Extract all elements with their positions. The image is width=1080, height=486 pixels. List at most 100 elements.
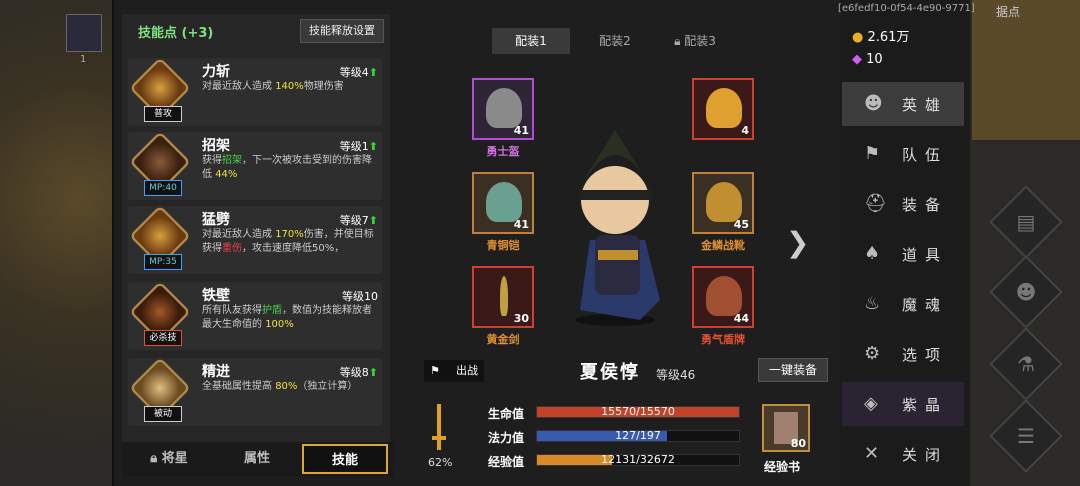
tab-attributes[interactable]: 属性: [214, 444, 300, 474]
boots-icon: [706, 182, 742, 222]
skill-card[interactable]: 必杀技 铁壁 等级10 所有队友获得护盾，数值为技能释放者最大生命值的 100%: [128, 281, 382, 350]
crystal-icon: ◈: [864, 393, 886, 414]
skill-name: 猛劈: [202, 212, 230, 228]
skill-level[interactable]: 等级1⬆: [340, 138, 378, 154]
slot-accessory[interactable]: 4: [692, 78, 754, 140]
shield-icon: [706, 276, 742, 316]
lock-icon: 🔒︎: [674, 34, 681, 48]
slot-shield[interactable]: 44: [692, 266, 754, 328]
upgrade-arrow-icon: ⬆: [368, 140, 378, 153]
upgrade-arrow-icon: ⬆: [368, 366, 378, 379]
skill-desc: 所有队友获得护盾，数值为技能释放者最大生命值的 100%: [202, 305, 372, 330]
hero-figure: [575, 130, 660, 326]
users-icon: ☻: [1015, 280, 1037, 304]
skill-tag: 被动: [144, 406, 182, 422]
skill-level[interactable]: 等级8⬆: [340, 364, 378, 380]
skill-desc: 获得招架，下一次被攻击受到的伤害降低 44%: [202, 155, 372, 180]
loadout-tab-1[interactable]: 配装1: [492, 28, 570, 54]
upgrade-arrow-icon: ⬆: [368, 214, 378, 227]
nav-close[interactable]: ✕ 关闭: [842, 432, 964, 476]
upgrade-arrow-icon: ⬆: [368, 66, 378, 79]
gold-display: ● 2.61万: [852, 30, 910, 45]
outpost-minimap[interactable]: [972, 0, 1080, 140]
loadout-tab-2[interactable]: 配装2: [576, 28, 654, 54]
one-click-equip-button[interactable]: 一键装备: [758, 358, 828, 382]
skill-name: 力斩: [202, 64, 230, 80]
skill-desc: 对最近敌人造成 170%伤害，并使目标获得重伤，攻击速度降低50%，: [202, 229, 374, 254]
nav-equipment[interactable]: ⛑ 装备: [842, 182, 964, 226]
release-settings-button[interactable]: 技能释放设置: [300, 19, 384, 43]
skill-tag: 普攻: [144, 106, 182, 122]
outpost-label: 据点: [996, 5, 1021, 19]
flag-icon: ⚑: [864, 143, 889, 164]
skill-desc: 对最近敌人造成 140%物理伤害: [202, 81, 344, 92]
skill-card[interactable]: MP:35 猛劈 等级7⬆ 对最近敌人造成 170%伤害，并使目标获得重伤，攻击…: [128, 205, 382, 274]
tab-skills[interactable]: 技能: [302, 444, 388, 474]
slot-armor[interactable]: 41: [472, 172, 534, 234]
list-icon: ☰: [1017, 424, 1035, 448]
helmet-icon: ⛑: [864, 193, 895, 214]
next-hero-arrow[interactable]: ❯: [786, 226, 809, 259]
mp-label: 法力值: [488, 431, 525, 445]
skill-card[interactable]: 普攻 力斩 等级4⬆ 对最近敌人造成 140%物理伤害: [128, 57, 382, 126]
skill-card[interactable]: MP:40 招架 等级1⬆ 获得招架，下一次被攻击受到的伤害降低 44%: [128, 131, 382, 200]
sword-icon: [432, 404, 446, 450]
gear-icon: ⚙: [864, 343, 889, 364]
skill-name: 招架: [202, 138, 230, 154]
nav-options[interactable]: ⚙ 选项: [842, 332, 964, 376]
skill-tag: MP:35: [144, 254, 182, 270]
skill-name: 铁壁: [202, 288, 230, 304]
gem-icon: ◆: [852, 52, 862, 67]
close-icon: ✕: [864, 443, 888, 464]
nav-amethyst[interactable]: ◈ 紫晶: [842, 382, 964, 426]
quest-count: 1: [80, 54, 87, 65]
hp-label: 生命值: [488, 407, 525, 421]
slot-armor-label: 青铜铠: [486, 239, 520, 252]
skill-points: 技能点 (+3): [138, 26, 214, 41]
skill-desc: 全基础属性提高 80%（独立计算）: [202, 381, 358, 392]
lock-icon: 🔒︎: [150, 451, 158, 466]
users-icon: ☻: [864, 93, 891, 114]
user-id: [e6fedf10-0f54-4e90-9771]: [838, 3, 975, 14]
armor-icon: [486, 182, 522, 222]
slot-shield-label: 勇气盾牌: [701, 333, 745, 346]
flag-icon: ⚑: [430, 364, 440, 377]
scroll-icon: ▤: [1016, 210, 1036, 234]
coin-icon: ●: [852, 30, 864, 45]
progress-percent: 62%: [428, 456, 453, 469]
skill-tag: 必杀技: [144, 330, 182, 346]
skill-level: 等级10: [342, 290, 378, 303]
mask-icon: [706, 88, 742, 128]
tab-star[interactable]: 🔒︎ 将星: [126, 444, 212, 474]
quest-icon[interactable]: [66, 14, 102, 52]
exp-book-button[interactable]: 80: [762, 404, 810, 452]
sword-icon: [500, 276, 508, 316]
flame-icon: ♨: [864, 293, 889, 314]
slot-weapon-label: 黄金剑: [486, 333, 520, 346]
helmet-icon: [486, 88, 522, 128]
skill-card[interactable]: 被动 精进 等级8⬆ 全基础属性提高 80%（独立计算）: [128, 357, 382, 426]
loadout-tab-3[interactable]: 🔒︎ 配装3: [656, 28, 734, 54]
potion-icon: ⚗: [1017, 352, 1035, 376]
slot-helmet[interactable]: 41: [472, 78, 534, 140]
nav-team[interactable]: ⚑ 队伍: [842, 132, 964, 176]
exp-book-label: 经验书: [764, 460, 801, 474]
skill-level[interactable]: 等级7⬆: [340, 212, 378, 228]
hp-bar: 15570/15570: [536, 405, 740, 418]
nav-soul[interactable]: ♨ 魔魂: [842, 282, 964, 326]
hero-name: 夏侯惇: [580, 362, 640, 383]
exp-label: 经验值: [488, 455, 525, 469]
skill-tag: MP:40: [144, 180, 182, 196]
skill-name: 精进: [202, 364, 230, 380]
nav-hero[interactable]: ☻ 英雄: [842, 82, 964, 126]
slot-helmet-label: 勇士盔: [486, 145, 520, 158]
skill-level[interactable]: 等级4⬆: [340, 64, 378, 80]
slot-weapon[interactable]: 30: [472, 266, 534, 328]
gem-display: ◆ 10: [852, 52, 883, 67]
exp-bar: 12131/32672: [536, 453, 740, 466]
hero-level: 等级46: [656, 368, 696, 382]
slot-boots[interactable]: 45: [692, 172, 754, 234]
nav-items[interactable]: ♠ 道具: [842, 232, 964, 276]
deploy-button[interactable]: ⚑ 出战: [424, 360, 484, 382]
slot-boots-label: 金鳞战靴: [701, 239, 745, 252]
